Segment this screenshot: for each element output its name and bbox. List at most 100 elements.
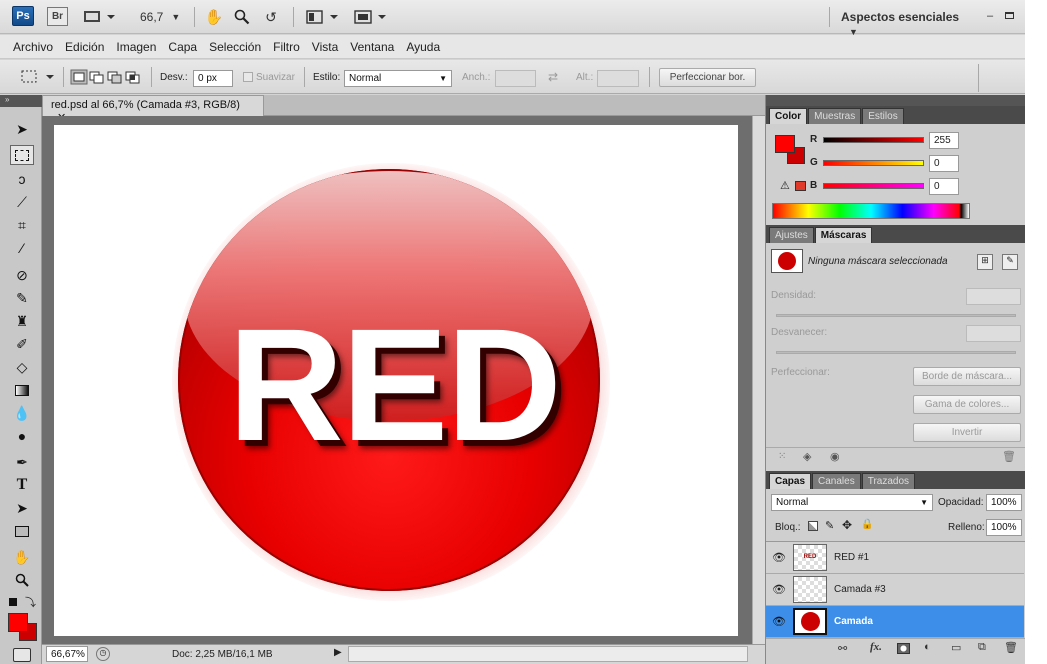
layer-name[interactable]: Camada <box>834 616 873 627</box>
eye-icon[interactable]: 👁 <box>772 615 786 628</box>
zoom-level-dropdown[interactable]: 66,7 ▼ <box>134 9 184 25</box>
clone-stamp-tool[interactable]: ♜ <box>10 311 34 331</box>
antialias-checkbox[interactable] <box>243 72 253 82</box>
selection-mode-buttons[interactable] <box>70 68 142 86</box>
workspace-switcher[interactable]: Aspectos esenciales ▼ <box>841 10 967 38</box>
menu-seleccion[interactable]: Selección <box>209 40 261 54</box>
layer-name[interactable]: Camada #3 <box>834 584 886 595</box>
tab-mascaras[interactable]: Máscaras <box>814 227 873 243</box>
lock-all-icon[interactable]: 🔒 <box>861 519 873 530</box>
feather-input[interactable]: 0 px <box>193 70 233 87</box>
load-selection-icon[interactable]: ⁙ <box>778 451 786 462</box>
adjustment-layer-icon[interactable]: ◐ <box>924 641 931 653</box>
status-menu-icon[interactable]: ◷ <box>96 647 110 661</box>
quick-mask-button[interactable] <box>13 648 31 662</box>
default-colors-icon[interactable] <box>9 598 17 606</box>
document-tab[interactable]: red.psd al 66,7% (Camada #3, RGB/8) ✕ <box>42 95 264 124</box>
path-selection-tool[interactable]: ➤ <box>10 498 34 518</box>
delete-layer-icon[interactable]: 🗑 <box>1004 641 1018 654</box>
tab-capas[interactable]: Capas <box>769 473 812 489</box>
type-tool[interactable]: T <box>10 475 34 495</box>
view-extras-button[interactable] <box>82 8 116 26</box>
lock-position-icon[interactable]: ✥ <box>842 518 852 532</box>
menu-vista[interactable]: Vista <box>312 40 338 54</box>
b-value[interactable]: 0 <box>929 178 959 195</box>
invert-button[interactable]: Invertir <box>913 423 1021 442</box>
r-slider[interactable] <box>823 137 924 143</box>
rotate-view-button[interactable]: ↺ <box>261 7 281 27</box>
eye-icon[interactable]: 👁 <box>772 583 786 596</box>
dodge-tool[interactable]: ● <box>10 426 34 446</box>
bridge-button[interactable]: Br <box>47 7 68 26</box>
add-mask-icon[interactable] <box>897 643 910 654</box>
horizontal-scrollbar[interactable] <box>348 646 748 662</box>
menu-ventana[interactable]: Ventana <box>350 40 394 54</box>
menu-imagen[interactable]: Imagen <box>116 40 156 54</box>
maximize-button[interactable] <box>1003 9 1015 21</box>
status-arrow-icon[interactable]: ▶ <box>334 647 342 658</box>
layer-row-camada[interactable]: 👁 Camada <box>766 606 1024 638</box>
lasso-tool[interactable]: ↄ <box>10 169 34 189</box>
shape-tool[interactable] <box>10 521 34 541</box>
g-value[interactable]: 0 <box>929 155 959 172</box>
pixel-mask-button[interactable]: ⊞ <box>977 254 993 270</box>
new-layer-icon[interactable]: ⧉ <box>978 641 986 654</box>
history-brush-tool[interactable]: ✐ <box>10 334 34 354</box>
tab-muestras[interactable]: Muestras <box>808 108 862 124</box>
tab-ajustes[interactable]: Ajustes <box>769 227 814 243</box>
r-value[interactable]: 255 <box>929 132 959 149</box>
brush-tool[interactable]: ✎ <box>10 288 34 308</box>
vector-mask-button[interactable]: ✎ <box>1002 254 1018 270</box>
document-canvas[interactable]: RED <box>54 125 738 636</box>
height-input[interactable] <box>597 70 639 87</box>
marquee-tool[interactable] <box>10 145 34 165</box>
panel-fg-color[interactable] <box>775 135 795 153</box>
refine-edge-button[interactable]: Perfeccionar bor. <box>659 68 756 87</box>
density-input[interactable] <box>966 288 1021 305</box>
feather-slider[interactable] <box>776 351 1016 354</box>
link-layers-icon[interactable]: ⚯ <box>838 642 847 655</box>
crop-tool[interactable]: ⌗ <box>10 215 34 235</box>
eye-icon[interactable]: 👁 <box>772 551 786 564</box>
tool-preset-picker[interactable] <box>20 68 56 86</box>
group-icon[interactable]: ▭ <box>951 641 961 654</box>
menu-ayuda[interactable]: Ayuda <box>406 40 440 54</box>
layer-name[interactable]: RED #1 <box>834 552 869 563</box>
tab-color[interactable]: Color <box>769 108 808 124</box>
blur-tool[interactable]: 💧 <box>10 403 34 423</box>
density-slider[interactable] <box>776 314 1016 317</box>
menu-filtro[interactable]: Filtro <box>273 40 300 54</box>
layer-row-camada-3[interactable]: 👁 Camada #3 <box>766 574 1024 606</box>
feather-mask-input[interactable] <box>966 325 1021 342</box>
lock-transparency-icon[interactable] <box>808 521 818 531</box>
hand-tool-button[interactable]: ✋ <box>204 7 224 27</box>
tab-estilos[interactable]: Estilos <box>862 108 904 124</box>
swap-dimensions-icon[interactable]: ⇄ <box>548 70 558 84</box>
screen-mode-button[interactable] <box>354 8 390 26</box>
web-color-swatch[interactable] <box>795 181 806 191</box>
zoom-tool-button[interactable] <box>232 7 252 27</box>
vertical-scrollbar[interactable] <box>752 116 765 644</box>
apply-mask-icon[interactable]: ◈ <box>803 450 811 463</box>
minimize-button[interactable]: – <box>984 10 996 22</box>
zoom-field[interactable]: 66,67% <box>46 646 88 662</box>
eyedropper-tool[interactable]: ⁄ <box>10 238 34 258</box>
mask-edge-button[interactable]: Borde de máscara... <box>913 367 1021 386</box>
menu-capa[interactable]: Capa <box>168 40 197 54</box>
color-spectrum-ramp[interactable] <box>772 203 970 219</box>
width-input[interactable] <box>495 70 536 87</box>
zoom-tool[interactable] <box>10 570 34 590</box>
move-tool[interactable]: ➤ <box>10 119 34 139</box>
eraser-tool[interactable]: ◇ <box>10 357 34 377</box>
magic-wand-tool[interactable]: ⟋ <box>10 192 34 212</box>
fill-input[interactable]: 100% <box>986 519 1022 536</box>
healing-brush-tool[interactable]: ⊘ <box>10 265 34 285</box>
layer-row-red-1[interactable]: 👁 RED RED #1 <box>766 542 1024 574</box>
tab-trazados[interactable]: Trazados <box>861 473 916 489</box>
pen-tool[interactable]: ✒ <box>10 452 34 472</box>
opacity-input[interactable]: 100% <box>986 494 1022 511</box>
swap-colors-icon[interactable]: ⤵ <box>25 594 36 610</box>
blend-mode-dropdown[interactable]: Normal ▼ <box>771 494 933 511</box>
foreground-color-swatch[interactable] <box>8 613 28 632</box>
gradient-tool[interactable] <box>10 380 34 400</box>
